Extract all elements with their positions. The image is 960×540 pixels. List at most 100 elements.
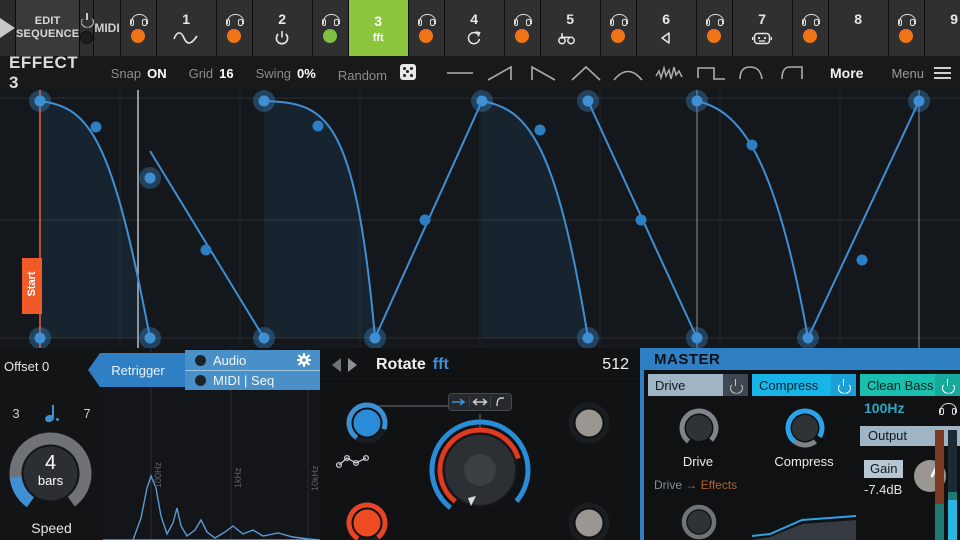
envelope-curve[interactable] (0, 90, 960, 348)
drive-knob[interactable] (677, 406, 721, 450)
track-5-button[interactable]: 5 (541, 0, 601, 56)
track-number: 1 (182, 11, 190, 27)
speed-knob[interactable]: 4 bars (8, 431, 93, 516)
arrow-left-icon[interactable] (332, 358, 341, 372)
master-header: MASTER (644, 348, 960, 370)
rotate-mode[interactable]: fft (433, 356, 449, 374)
param-knob-top-right[interactable] (566, 400, 612, 446)
drive-secondary-knob[interactable] (679, 502, 719, 540)
mode-unidirectional-button[interactable] (449, 397, 469, 407)
retrigger-tab[interactable]: Retrigger (88, 353, 188, 387)
menu-item-midi-seq[interactable]: MIDI | Seq (185, 370, 333, 390)
track-8-headphone-button[interactable] (793, 0, 829, 56)
track-4-headphone-button[interactable] (409, 0, 445, 56)
envelope-curve-icon[interactable] (336, 453, 370, 469)
shape-exp-decay-button[interactable] (736, 62, 772, 84)
midi-button[interactable]: MIDI (94, 0, 120, 56)
shape-triangle-button[interactable] (568, 62, 604, 84)
shape-presets (442, 62, 814, 84)
track-number: 2 (278, 11, 286, 27)
midi-power-toggle[interactable] (80, 0, 94, 56)
track-led[interactable] (227, 29, 241, 43)
drive-name[interactable]: Drive (648, 374, 723, 396)
start-marker[interactable]: Start (22, 258, 42, 314)
param-knob-bottom-right[interactable] (566, 500, 612, 540)
shape-ramp-down-button[interactable] (526, 62, 562, 84)
drive-routing[interactable]: Drive → Effects (654, 478, 737, 492)
swing-control[interactable]: Swing 0% (256, 66, 316, 81)
track-led[interactable] (419, 29, 433, 43)
clean-bass-frequency[interactable]: 100Hz (864, 400, 904, 416)
track-led[interactable] (611, 29, 625, 43)
drive-caption: Drive (648, 454, 748, 469)
compress-knob[interactable] (783, 406, 827, 450)
track-led[interactable] (323, 29, 337, 43)
track-5-headphone-button[interactable] (505, 0, 541, 56)
track-3-headphone-button[interactable] (313, 0, 349, 56)
dice-icon[interactable] (400, 64, 416, 80)
edit-sequence-button[interactable]: EDIT SEQUENCE (16, 0, 80, 56)
track-2-headphone-button[interactable] (217, 0, 253, 56)
shape-exp-rise-button[interactable] (778, 62, 814, 84)
track-glyph-loop-icon (466, 30, 482, 46)
track-7-headphone-button[interactable] (697, 0, 733, 56)
shape-noise-steps-button[interactable] (652, 62, 688, 84)
play-button[interactable] (0, 0, 16, 56)
menu-item-midi-seq-label: MIDI | Seq (213, 373, 274, 388)
division-triplet-label[interactable]: 3 (12, 406, 19, 421)
shape-ramp-up-button[interactable] (484, 62, 520, 84)
mod-depth-knob[interactable] (344, 500, 390, 540)
shape-square-button[interactable] (694, 62, 730, 84)
retrigger-label: Retrigger (111, 363, 164, 378)
hamburger-icon[interactable] (934, 64, 951, 82)
track-3-button[interactable]: 3fft (349, 0, 409, 56)
shape-flat-line-button[interactable] (442, 62, 478, 84)
menu-button[interactable]: Menu (891, 66, 924, 81)
grid-control[interactable]: Grid 16 (189, 66, 234, 81)
dotted-note-icon[interactable] (45, 405, 59, 422)
track-led[interactable] (899, 29, 913, 43)
track-number: 9 (950, 11, 958, 27)
mode-smooth-button[interactable] (490, 396, 511, 408)
gear-icon[interactable] (297, 353, 311, 367)
edit-sequence-label-line2: SEQUENCE (16, 28, 79, 41)
compress-power-button[interactable] (831, 374, 856, 396)
mod-amount-knob[interactable] (344, 400, 390, 446)
track-9-button[interactable]: 9 (925, 0, 960, 56)
track-led[interactable] (803, 29, 817, 43)
offset-label[interactable]: Offset 0 (4, 359, 49, 374)
shape-arch-button[interactable] (610, 62, 646, 84)
track-7-button[interactable]: 7 (733, 0, 793, 56)
headphones-icon[interactable] (939, 403, 956, 414)
envelope-editor[interactable]: Start (0, 90, 960, 348)
mode-bidirectional-button[interactable] (469, 397, 490, 407)
track-4-button[interactable]: 4 (445, 0, 505, 56)
drive-power-button[interactable] (723, 374, 748, 396)
track-9-headphone-button[interactable] (889, 0, 925, 56)
snap-control[interactable]: Snap ON (111, 66, 167, 81)
track-2-button[interactable]: 2 (253, 0, 313, 56)
menu-item-audio[interactable]: Audio (185, 350, 333, 370)
gain-label[interactable]: Gain (864, 460, 903, 478)
rotate-value[interactable]: 512 (602, 356, 629, 374)
clean-bass-power-button[interactable] (935, 374, 960, 396)
arrow-right-icon[interactable] (348, 358, 357, 372)
track-6-headphone-button[interactable] (601, 0, 637, 56)
clean-bass-name[interactable]: Clean Bass (860, 374, 935, 396)
track-6-button[interactable]: 6 (637, 0, 697, 56)
random-control[interactable]: Random (338, 64, 416, 83)
rotate-main-knob[interactable] (424, 414, 536, 526)
plugin-window: EDIT SEQUENCE MIDI 123fft45678910 EFFECT… (0, 0, 960, 540)
more-button[interactable]: More (830, 65, 863, 81)
output-label[interactable]: Output (860, 426, 960, 446)
track-1-button[interactable]: 1 (157, 0, 217, 56)
speed-label: Speed (0, 520, 103, 536)
track-8-button[interactable]: 8 (829, 0, 889, 56)
division-septuplet-label[interactable]: 7 (83, 406, 90, 421)
track-led[interactable] (131, 29, 145, 43)
track-led[interactable] (707, 29, 721, 43)
track-led[interactable] (515, 29, 529, 43)
compress-name[interactable]: Compress (752, 374, 831, 396)
track-glyph-robot-icon (752, 30, 772, 46)
track-1-headphone-button[interactable] (121, 0, 157, 56)
